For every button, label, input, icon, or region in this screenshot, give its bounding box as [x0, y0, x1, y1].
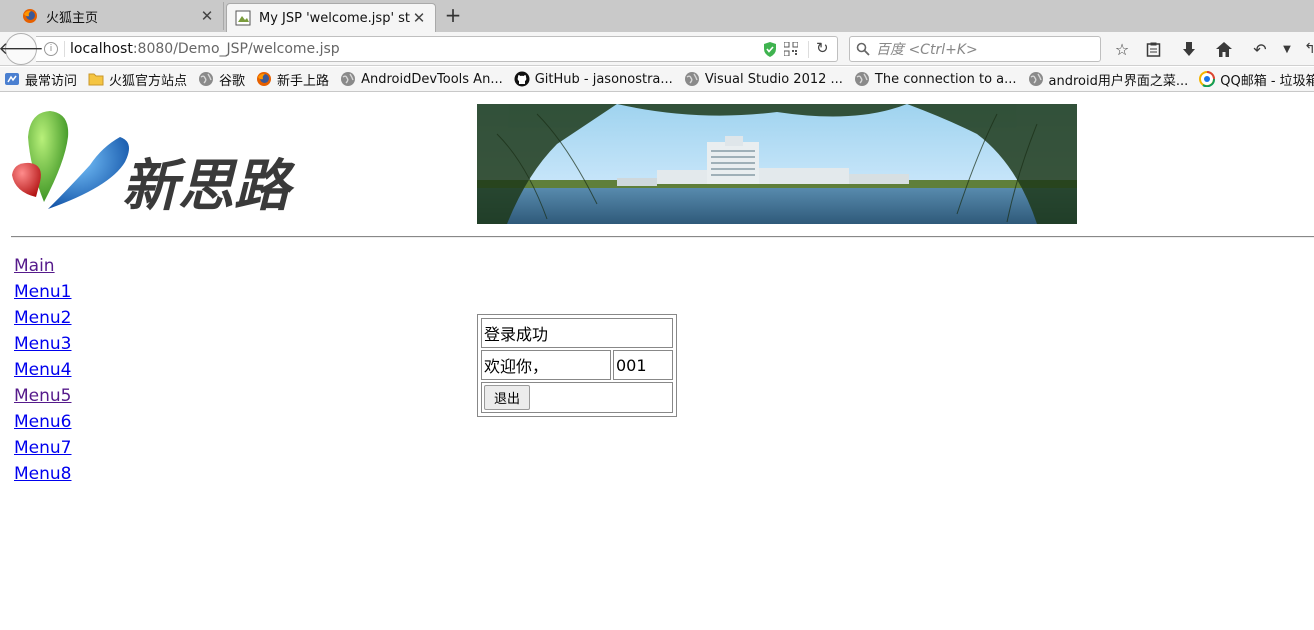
- bookmark-item[interactable]: 新手上路: [252, 70, 329, 89]
- reload-separator: [808, 41, 809, 58]
- bookmark-label: android用户界面之菜...: [1048, 73, 1189, 89]
- campus-lake-banner-image: [477, 104, 1077, 224]
- bookmark-label: AndroidDevTools An...: [361, 71, 503, 87]
- qqmail-icon: [1199, 71, 1216, 87]
- overflow-menu-icon[interactable]: ↰: [1300, 39, 1314, 59]
- tab-welcome-jsp[interactable]: My JSP 'welcome.jsp' st... ✕: [226, 3, 436, 32]
- menu-link-menu5[interactable]: Menu5: [14, 383, 72, 409]
- bookmarks-toolbar: 最常访问 火狐官方站点 谷歌 新手上路 AndroidDevTools An... Git…: [0, 67, 1314, 92]
- menu-link-menu2[interactable]: Menu2: [14, 305, 72, 331]
- info-icon[interactable]: i: [44, 42, 58, 56]
- chevron-down-icon[interactable]: ▼: [1277, 39, 1297, 59]
- menu-link-menu8[interactable]: Menu8: [14, 461, 72, 487]
- search-placeholder: 百度 <Ctrl+K>: [876, 42, 978, 58]
- horizontal-divider: [11, 236, 1314, 238]
- username-text: 001: [613, 350, 673, 380]
- firefox-icon: [23, 9, 37, 23]
- shield-icon[interactable]: [763, 42, 777, 57]
- undo-icon[interactable]: ↶: [1250, 39, 1270, 59]
- bookmark-label: GitHub - jasonostra...: [534, 71, 673, 87]
- github-icon: [514, 71, 530, 87]
- search-bar[interactable]: 百度 <Ctrl+K>: [849, 36, 1101, 62]
- bookmark-label: 最常访问: [25, 73, 78, 89]
- bookmark-item[interactable]: android用户界面之菜...: [1024, 70, 1189, 89]
- house-icon: [1216, 41, 1232, 57]
- bookmark-item[interactable]: AndroidDevTools An...: [336, 71, 503, 87]
- search-icon: [856, 42, 870, 56]
- page-content: 新思路 Main Menu1 Menu2 Menu3 Menu4 Menu5 M…: [0, 93, 1314, 630]
- folder-icon: [88, 73, 104, 86]
- url-bar[interactable]: i localhost:8080/Demo_JSP/welcome.jsp ↻: [36, 36, 838, 62]
- bookmark-item[interactable]: The connection to a...: [850, 71, 1017, 87]
- tab-title: 火狐主页: [46, 10, 99, 26]
- menu-link-menu4[interactable]: Menu4: [14, 357, 72, 383]
- close-icon[interactable]: ✕: [411, 9, 427, 27]
- page-icon: [235, 10, 251, 26]
- bookmark-label: The connection to a...: [874, 71, 1017, 87]
- globe-icon: [684, 72, 699, 86]
- arrow-down-icon: [1183, 41, 1195, 56]
- clipboard-icon: [1146, 42, 1160, 57]
- home-icon[interactable]: [1214, 39, 1234, 59]
- bookmark-label: 谷歌: [219, 73, 246, 89]
- logout-button[interactable]: 退出: [484, 385, 531, 410]
- bookmark-label: 新手上路: [277, 73, 330, 89]
- menu-link-menu7[interactable]: Menu7: [14, 435, 72, 461]
- menu-link-menu6[interactable]: Menu6: [14, 409, 72, 435]
- welcome-text: 欢迎你，: [481, 350, 611, 380]
- bookmark-label: 火狐官方站点: [109, 73, 188, 89]
- logo-image: 新思路: [12, 111, 296, 219]
- menu-link-menu3[interactable]: Menu3: [14, 331, 72, 357]
- menu-link-main[interactable]: Main: [14, 253, 72, 279]
- bookmark-label: QQ邮箱 - 垃圾箱: [1220, 73, 1314, 89]
- url-text[interactable]: localhost:8080/Demo_JSP/welcome.jsp: [70, 41, 340, 57]
- globe-icon: [1028, 72, 1043, 86]
- tab-strip: 火狐主页 ✕ My JSP 'welcome.jsp' st... ✕ +: [0, 0, 1314, 32]
- bookmark-item[interactable]: Visual Studio 2012 ...: [680, 71, 843, 87]
- bookmark-item[interactable]: QQ邮箱 - 垃圾箱: [1195, 70, 1314, 89]
- bookmark-item[interactable]: 火狐官方站点: [84, 70, 187, 89]
- tab-firefox-home[interactable]: 火狐主页 ✕: [0, 2, 224, 30]
- new-tab-plus-icon[interactable]: +: [443, 4, 463, 28]
- login-status-text: 登录成功: [481, 318, 673, 348]
- reload-icon[interactable]: ↻: [816, 39, 829, 57]
- firefox-icon: [257, 72, 272, 86]
- globe-icon: [854, 72, 869, 86]
- close-icon[interactable]: ✕: [199, 7, 215, 25]
- bookmark-item[interactable]: 谷歌: [194, 70, 245, 89]
- globe-icon: [199, 72, 214, 86]
- bookmark-star-icon[interactable]: ☆: [1112, 39, 1132, 59]
- arrow-left-icon: 🡐: [0, 39, 44, 59]
- logo-text: 新思路: [122, 154, 296, 219]
- navigation-toolbar: i localhost:8080/Demo_JSP/welcome.jsp ↻ …: [0, 32, 1314, 66]
- reading-list-icon[interactable]: [1143, 39, 1163, 59]
- side-menu: Main Menu1 Menu2 Menu3 Menu4 Menu5 Menu6 Menu7 M…: [14, 253, 72, 487]
- login-result-table: 登录成功 欢迎你， 001 退出: [477, 314, 677, 417]
- bookmark-item[interactable]: 最常访问: [0, 70, 77, 89]
- qr-code-icon[interactable]: [784, 42, 798, 56]
- logout-cell: 退出: [481, 382, 673, 413]
- globe-icon: [341, 72, 356, 86]
- menu-link-menu1[interactable]: Menu1: [14, 279, 72, 305]
- most-visited-icon: [5, 73, 19, 85]
- download-icon[interactable]: [1179, 39, 1199, 59]
- url-path: :8080/Demo_JSP/welcome.jsp: [132, 41, 340, 57]
- back-button[interactable]: 🡐: [0, 33, 44, 65]
- url-host: localhost: [70, 41, 133, 57]
- bookmark-item[interactable]: GitHub - jasonostra...: [510, 71, 673, 87]
- url-separator: [64, 41, 65, 57]
- bookmark-label: Visual Studio 2012 ...: [704, 71, 843, 87]
- tab-title: My JSP 'welcome.jsp' st...: [259, 10, 411, 26]
